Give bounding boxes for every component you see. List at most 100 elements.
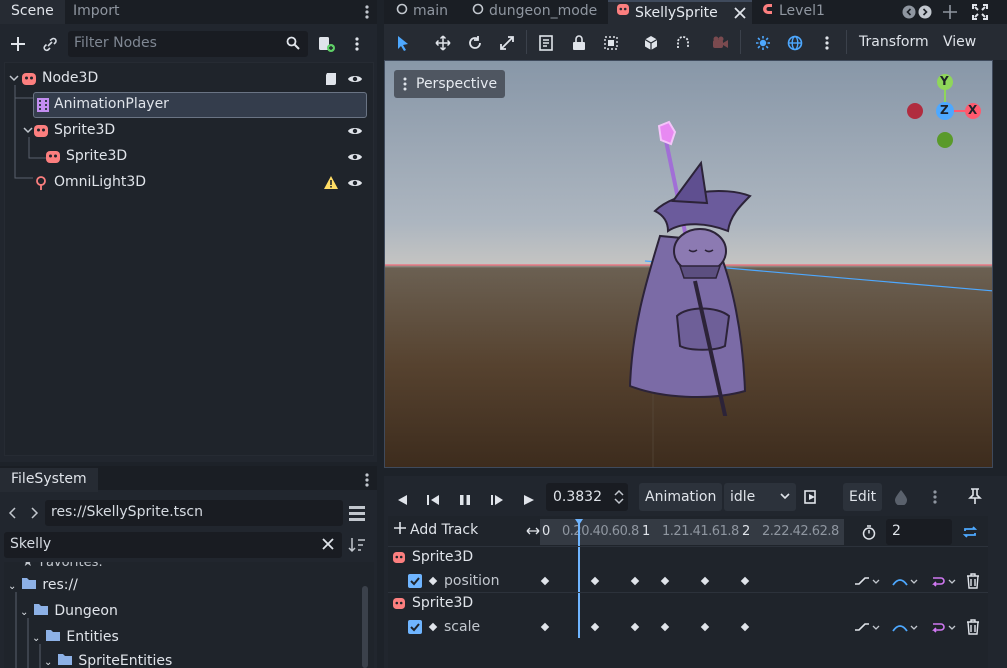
filter-nodes-input[interactable]: Filter Nodes xyxy=(68,31,308,57)
tree-row-animationplayer[interactable]: AnimationPlayer xyxy=(33,92,367,118)
scene-tab-level1[interactable]: Level1 xyxy=(754,0,834,24)
move-tool-icon[interactable] xyxy=(432,32,454,54)
time-spinbox[interactable]: 0.3832 xyxy=(546,483,628,511)
keyframe[interactable] xyxy=(700,576,710,586)
timeline-ruler[interactable]: 0 0.20.40.60.8 1 1.21.41.61.8 2 2.22.42.… xyxy=(540,519,844,545)
tab-scroll-left-icon[interactable] xyxy=(902,5,916,19)
sun-icon[interactable] xyxy=(752,32,774,54)
keyframe[interactable] xyxy=(590,622,600,632)
view-menu[interactable]: View xyxy=(943,34,976,50)
fs-item-favorites[interactable]: ★ Favorites: xyxy=(22,562,103,570)
fs-scrollbar[interactable] xyxy=(362,586,368,668)
pause-icon[interactable] xyxy=(453,488,477,512)
track-enabled-checkbox[interactable] xyxy=(408,574,422,588)
autoplay-icon[interactable] xyxy=(804,490,820,504)
add-scene-icon[interactable] xyxy=(942,4,958,20)
tree-row-sprite3d[interactable]: Sprite3D xyxy=(5,118,373,144)
split-mode-icon[interactable] xyxy=(348,504,366,522)
add-track-button[interactable]: Add Track xyxy=(394,522,478,538)
pin-icon[interactable] xyxy=(968,488,982,504)
clear-icon[interactable] xyxy=(322,538,334,550)
scene-tab-skellysprite[interactable]: SkellySprite xyxy=(608,0,752,24)
fs-item-entities[interactable]: ⌄ Entities xyxy=(32,629,119,645)
back-icon[interactable] xyxy=(8,506,18,520)
chevron-down-icon[interactable]: ⌄ xyxy=(20,607,28,618)
chevron-down-icon[interactable]: ⌄ xyxy=(44,657,52,668)
delete-track-icon[interactable] xyxy=(966,619,980,635)
select-tool-icon[interactable] xyxy=(392,32,414,54)
chevron-down-icon[interactable]: ⌄ xyxy=(8,581,16,592)
visibility-eye-icon[interactable] xyxy=(347,176,363,190)
play-backwards-icon[interactable] xyxy=(390,488,414,512)
distraction-free-icon[interactable] xyxy=(972,4,988,20)
environment-icon[interactable] xyxy=(784,32,806,54)
tree-row-node3d[interactable]: Node3D xyxy=(5,66,373,92)
perspective-menu[interactable]: Perspective xyxy=(394,70,506,98)
rotate-tool-icon[interactable] xyxy=(464,32,486,54)
track-enabled-checkbox[interactable] xyxy=(408,620,422,634)
cubic-interpolation-icon[interactable] xyxy=(892,620,918,634)
play-icon[interactable] xyxy=(517,488,541,512)
forward-icon[interactable] xyxy=(29,506,39,520)
tab-filesystem[interactable]: FileSystem xyxy=(0,468,98,492)
fs-item-spriteentities[interactable]: ⌄ SpriteEntities xyxy=(44,653,172,668)
spin-arrows-icon[interactable] xyxy=(614,488,624,506)
animation-select[interactable]: idle xyxy=(724,483,796,511)
camera-preview-icon[interactable] xyxy=(710,32,732,54)
visibility-eye-icon[interactable] xyxy=(347,72,363,86)
path-field[interactable]: res://SkellySprite.tscn xyxy=(45,500,343,526)
delete-track-icon[interactable] xyxy=(966,573,980,589)
script-icon[interactable] xyxy=(324,71,338,87)
lock-icon[interactable] xyxy=(568,32,590,54)
dock-menu-icon[interactable] xyxy=(362,472,372,488)
keyframe[interactable] xyxy=(660,576,670,586)
tree-row-omnilight3d[interactable]: OmniLight3D xyxy=(5,170,373,196)
cubic-interpolation-icon[interactable] xyxy=(892,574,918,588)
interpolation-icon[interactable] xyxy=(854,574,880,588)
local-space-icon[interactable] xyxy=(640,32,662,54)
chevron-down-icon[interactable]: ⌄ xyxy=(32,633,40,644)
loop-wrap-icon[interactable] xyxy=(930,620,956,634)
group-icon[interactable] xyxy=(600,32,622,54)
track-row[interactable]: position xyxy=(388,570,988,593)
visibility-eye-icon[interactable] xyxy=(347,150,363,164)
fs-item-res[interactable]: ⌄ res:// xyxy=(8,577,78,593)
fs-item-dungeon[interactable]: ⌄ Dungeon xyxy=(20,603,118,619)
scale-tool-icon[interactable] xyxy=(496,32,518,54)
sort-icon[interactable] xyxy=(348,536,366,554)
interpolation-icon[interactable] xyxy=(854,620,880,634)
tab-scene[interactable]: Scene xyxy=(0,0,65,24)
link-icon[interactable] xyxy=(40,34,60,54)
toolbar-menu-icon[interactable] xyxy=(822,35,832,51)
edit-menu-button[interactable]: Edit xyxy=(843,483,883,511)
play-backwards-start-icon[interactable] xyxy=(421,488,445,512)
onion-skin-icon[interactable] xyxy=(894,489,908,505)
keyframe[interactable] xyxy=(740,622,750,632)
3d-viewport[interactable]: Perspective Y Z X xyxy=(384,60,993,468)
tab-scroll-right-icon[interactable] xyxy=(918,5,932,19)
keyframe[interactable] xyxy=(540,576,550,586)
keyframe[interactable] xyxy=(630,576,640,586)
close-tab-icon[interactable] xyxy=(734,7,746,19)
warning-icon[interactable] xyxy=(323,175,339,190)
attach-script-icon[interactable] xyxy=(316,34,336,54)
loop-icon[interactable] xyxy=(962,525,978,539)
scene-menu-icon[interactable] xyxy=(352,36,362,52)
keyframe[interactable] xyxy=(630,622,640,632)
loop-wrap-icon[interactable] xyxy=(930,574,956,588)
collapse-arrow-icon[interactable] xyxy=(9,75,19,83)
playhead-handle[interactable] xyxy=(575,519,583,525)
wizard-sprite[interactable] xyxy=(615,116,775,416)
tab-import[interactable]: Import xyxy=(62,0,130,24)
animation-length-field[interactable]: 2 xyxy=(886,519,952,545)
snap-icon[interactable] xyxy=(672,32,694,54)
orientation-gizmo[interactable]: Y Z X xyxy=(903,71,987,155)
add-node-icon[interactable] xyxy=(8,34,28,54)
play-from-start-icon[interactable] xyxy=(485,488,509,512)
dock-menu-icon[interactable] xyxy=(362,4,372,20)
visibility-eye-icon[interactable] xyxy=(347,124,363,138)
keyframe[interactable] xyxy=(540,622,550,632)
keyframe[interactable] xyxy=(590,576,600,586)
file-search-input[interactable]: Skelly xyxy=(4,532,342,558)
collapse-arrow-icon[interactable] xyxy=(23,127,33,135)
